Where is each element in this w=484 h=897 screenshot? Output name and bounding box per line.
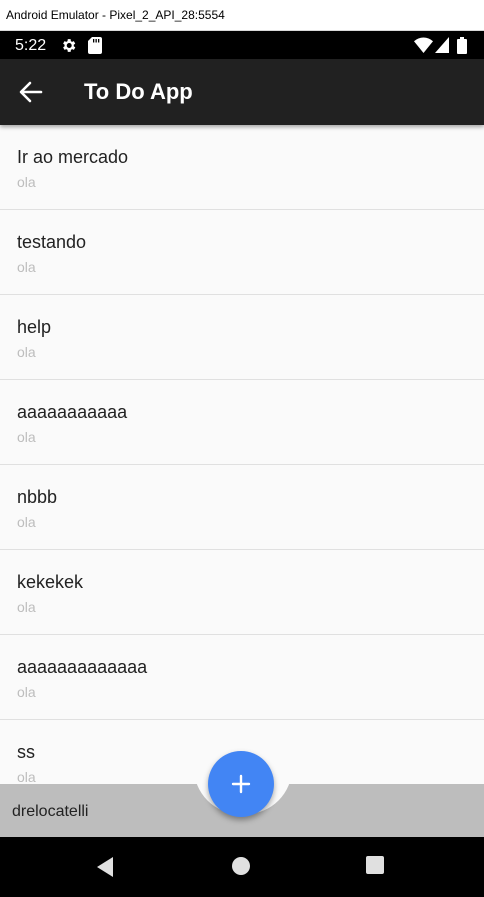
todo-subtitle: ola xyxy=(17,174,36,190)
todo-subtitle: ola xyxy=(17,344,36,360)
todo-subtitle: ola xyxy=(17,599,36,615)
todo-title: kekekek xyxy=(17,572,84,592)
system-nav-bar xyxy=(0,837,484,897)
sd-card-icon xyxy=(88,37,102,54)
app-bar: To Do App xyxy=(0,59,484,125)
todo-subtitle: ola xyxy=(17,514,36,530)
plus-icon xyxy=(231,774,251,794)
todo-item[interactable]: aaaaaaaaaaa ola xyxy=(0,380,484,465)
arrow-back-icon[interactable] xyxy=(18,80,44,104)
todo-title: testando xyxy=(17,232,87,252)
status-bar: 5:22 xyxy=(0,31,484,59)
todo-title: nbbb xyxy=(17,487,58,507)
status-time: 5:22 xyxy=(15,37,47,54)
todo-item[interactable]: help ola xyxy=(0,295,484,380)
nav-recents-icon[interactable] xyxy=(366,856,384,874)
todo-subtitle: ola xyxy=(17,769,36,784)
todo-title: help xyxy=(17,317,52,337)
todo-item[interactable]: Ir ao mercado ola xyxy=(0,125,484,210)
nav-back-icon[interactable] xyxy=(95,856,115,878)
todo-item[interactable]: aaaaaaaaaaaaa ola xyxy=(0,635,484,720)
todo-subtitle: ola xyxy=(17,429,36,445)
page-title: To Do App xyxy=(84,79,193,104)
battery-icon xyxy=(457,37,467,54)
todo-subtitle: ola xyxy=(17,259,36,275)
wifi-icon xyxy=(414,37,433,53)
gear-icon xyxy=(63,39,76,52)
username-label: drelocatelli xyxy=(12,803,89,820)
todo-title: aaaaaaaaaaa xyxy=(17,402,128,422)
signal-icon xyxy=(435,37,449,53)
todo-subtitle: ola xyxy=(17,684,36,700)
emulator-title: Android Emulator - Pixel_2_API_28:5554 xyxy=(6,8,225,22)
todo-item[interactable]: kekekek ola xyxy=(0,550,484,635)
nav-home-icon[interactable] xyxy=(231,856,251,876)
todo-title: aaaaaaaaaaaaa xyxy=(17,657,148,677)
todo-list[interactable]: Ir ao mercado ola testando ola help ola … xyxy=(0,125,484,784)
emulator-title-bar: Android Emulator - Pixel_2_API_28:5554 xyxy=(0,0,484,31)
todo-title: Ir ao mercado xyxy=(17,147,129,167)
todo-title: ss xyxy=(17,742,35,762)
add-todo-button[interactable] xyxy=(208,751,274,817)
todo-item[interactable]: nbbb ola xyxy=(0,465,484,550)
todo-item[interactable]: testando ola xyxy=(0,210,484,295)
